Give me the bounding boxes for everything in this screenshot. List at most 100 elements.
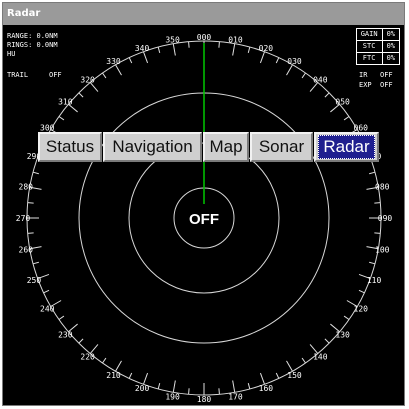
bearing-tick: [247, 46, 251, 53]
bearing-tick: [343, 315, 350, 320]
tab-map-label: Map: [209, 137, 243, 156]
bearing-label: 160: [259, 384, 274, 393]
bearing-tick: [43, 289, 50, 294]
radar-scope: 0000100200300400500600700800901001101201…: [16, 33, 393, 404]
bearing-tick: [188, 41, 190, 48]
bearing-label: 110: [367, 276, 382, 285]
bearing-tick: [259, 372, 266, 385]
stc-label: STC: [355, 40, 383, 53]
bearing-label: 250: [27, 276, 42, 285]
bearing-tick: [157, 383, 161, 390]
exp-label: EXP: [359, 81, 372, 89]
rings-readout: RINGS: 0.0NM: [7, 41, 58, 49]
ftc-value: 0%: [381, 52, 401, 65]
bearing-label: 020: [259, 44, 274, 53]
bearing-tick: [78, 338, 84, 344]
bearing-label: 040: [313, 75, 328, 84]
window-title: Radar: [3, 3, 404, 25]
bearing-label: 090: [378, 214, 393, 223]
gain-table: GAIN 0% STC 0% FTC 0%: [355, 28, 401, 65]
bearing-label: 220: [80, 353, 95, 362]
bearing-tick: [157, 46, 161, 53]
bearing-label: 260: [19, 245, 34, 254]
bearing-label: 320: [80, 75, 95, 84]
bearing-tick: [286, 64, 293, 76]
tab-navigation-label: Navigation: [112, 137, 193, 156]
bearing-label: 200: [135, 384, 150, 393]
trail-label: TRAIL: [7, 71, 29, 79]
gain-value: 0%: [381, 28, 401, 41]
bearing-tick: [232, 380, 236, 393]
bearing-tick: [301, 72, 306, 79]
bearing-tick: [286, 360, 293, 372]
trail-value: OFF: [49, 71, 62, 79]
bearing-tick: [27, 202, 34, 204]
bearing-tick: [324, 338, 330, 344]
tab-sonar[interactable]: Sonar: [250, 132, 313, 162]
tab-radar[interactable]: Radar: [314, 132, 379, 162]
ftc-label: FTC: [355, 52, 383, 65]
bearing-tick: [374, 232, 381, 234]
bearing-tick: [247, 383, 251, 390]
bearing-label: 280: [19, 183, 34, 192]
bearing-tick: [374, 202, 381, 204]
bearing-label: 180: [197, 395, 212, 404]
range-readout: RANGE: 0.0NM: [7, 32, 58, 40]
bearing-tick: [275, 372, 280, 379]
bearing-tick: [142, 372, 149, 385]
radar-display[interactable]: 0000100200300400500600700800901001101201…: [3, 25, 404, 405]
ir-label: IR: [359, 71, 368, 79]
bearing-tick: [32, 261, 39, 265]
bearing-tick: [142, 51, 149, 64]
tab-status-label: Status: [45, 137, 95, 156]
tab-radar-label: Radar: [318, 135, 375, 159]
stc-value: 0%: [381, 40, 401, 53]
ir-value: OFF: [380, 71, 393, 79]
bearing-tick: [343, 116, 350, 121]
bearing-tick: [102, 72, 107, 79]
bearing-tick: [58, 315, 65, 320]
bearing-tick: [218, 388, 220, 395]
tab-navigation[interactable]: Navigation: [103, 132, 202, 162]
bearing-label: 030: [287, 57, 302, 66]
bearing-label: 100: [375, 245, 390, 254]
bearing-tick: [128, 372, 133, 379]
bearing-label: 270: [16, 214, 31, 223]
bearing-label: 130: [335, 330, 350, 339]
bearing-tick: [188, 388, 190, 395]
bearing-tick: [58, 116, 65, 121]
bearing-tick: [301, 357, 306, 364]
bearing-label: 010: [228, 36, 243, 45]
gain-label: GAIN: [355, 28, 383, 41]
bearing-tick: [218, 41, 220, 48]
bearing-label: 050: [335, 98, 350, 107]
bearing-tick: [369, 171, 376, 175]
bearing-tick: [32, 171, 39, 175]
bearing-label: 340: [135, 44, 150, 53]
bearing-tick: [275, 57, 280, 64]
bearing-label: 310: [58, 98, 73, 107]
bearing-tick: [369, 261, 376, 265]
bearing-tick: [102, 357, 107, 364]
tab-sonar-label: Sonar: [258, 137, 305, 156]
bearing-tick: [115, 360, 122, 372]
stc-row: STC 0%: [355, 40, 401, 53]
bearing-tick: [128, 57, 133, 64]
tab-status[interactable]: Status: [38, 132, 102, 162]
bearing-tick: [232, 43, 236, 56]
ftc-row: FTC 0%: [355, 52, 401, 65]
bearing-label: 150: [287, 371, 302, 380]
orientation-readout: HU: [7, 50, 16, 58]
bearing-label: 210: [106, 371, 121, 380]
bearing-tick: [27, 232, 34, 234]
bearing-tick: [172, 380, 176, 393]
tab-map[interactable]: Map: [203, 132, 249, 162]
bearing-label: 190: [165, 392, 180, 401]
bearing-label: 000: [197, 33, 212, 42]
radar-center-status: OFF: [189, 211, 219, 228]
bearing-label: 230: [58, 330, 73, 339]
exp-value: OFF: [380, 81, 393, 89]
gain-row: GAIN 0%: [355, 28, 401, 41]
bearing-label: 140: [313, 353, 328, 362]
bearing-tick: [115, 64, 122, 76]
